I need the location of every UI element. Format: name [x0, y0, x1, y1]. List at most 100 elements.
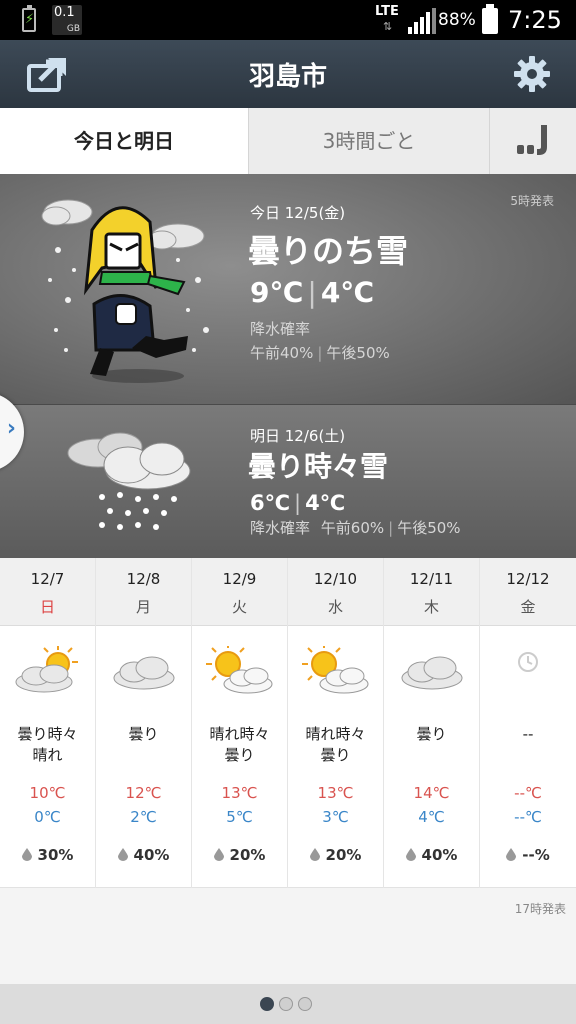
tomorrow-condition: 曇り時々雪: [248, 450, 389, 483]
cloudy-icon: [401, 656, 463, 690]
today-forecast-panel[interactable]: 5時発表 今日 12/5(金) 曇りのち雪 9℃ | 4℃ 降水確率 午前40% | 午…: [0, 174, 576, 404]
sun-cloud-icon: [206, 646, 273, 694]
day-header: 12/12 金: [480, 558, 576, 626]
cloudy-sun-icon: [15, 646, 78, 693]
day-low-temp: 5℃: [226, 808, 253, 826]
weekly-forecast: 12/7 日 曇り時々 晴れ 10℃ 0℃ 30% 12/8 月 曇り 12℃ …: [0, 558, 576, 888]
page-indicator-bar: [0, 984, 576, 1024]
forecast-day[interactable]: 12/11 木 曇り 14℃ 4℃ 40%: [384, 558, 480, 888]
day-weekday: 水: [327, 598, 343, 616]
today-low-temp: 4℃: [320, 276, 375, 309]
day-weekday: 月: [135, 598, 151, 616]
day-precipitation: 40%: [384, 846, 479, 864]
day-date: 12/9: [222, 570, 257, 588]
gear-icon[interactable]: [512, 54, 552, 94]
day-date: 12/8: [126, 570, 161, 588]
week-issued-time: 17時発表: [514, 902, 566, 916]
page-dot-3[interactable]: [298, 997, 312, 1011]
today-pop-values: 午前40% | 午後50%: [250, 344, 390, 362]
today-pop-am: 午前40%: [250, 344, 314, 362]
character-snow-illustration: [41, 199, 209, 383]
day-condition: 曇り: [128, 725, 159, 743]
forecast-day[interactable]: 12/12 金 -- --℃ --℃ --%: [480, 558, 576, 888]
raindrop-icon: [506, 848, 517, 861]
raindrop-icon: [405, 848, 416, 861]
page-dot-2[interactable]: [279, 997, 293, 1011]
day-precipitation: 20%: [288, 846, 383, 864]
raindrop-icon: [309, 848, 320, 861]
day-weekday: 木: [423, 598, 439, 616]
sun-cloud-icon: [302, 646, 369, 694]
day-low-temp: 3℃: [322, 808, 349, 826]
tab-app-logo[interactable]: [489, 108, 576, 174]
forecast-day[interactable]: 12/10 水 晴れ時々 曇り 13℃ 3℃ 20%: [288, 558, 384, 888]
app-logo-icon: [517, 125, 547, 155]
day-weekday: 日: [39, 598, 55, 616]
day-high-temp: 13℃: [221, 784, 258, 802]
forecast-day[interactable]: 12/8 月 曇り 12℃ 2℃ 40%: [96, 558, 192, 888]
clock-icon: [518, 652, 538, 672]
network-type: LTE: [375, 4, 399, 19]
day-weekday: 金: [520, 598, 536, 616]
day-high-temp: 10℃: [29, 784, 66, 802]
day-low-temp: --℃: [514, 808, 542, 826]
cloudy-icon: [113, 656, 175, 690]
day-header: 12/8 月: [96, 558, 191, 626]
raindrop-icon: [213, 848, 224, 861]
day-header: 12/11 木: [384, 558, 479, 626]
today-date: 今日 12/5(金): [250, 204, 346, 222]
battery-percent: 88%: [438, 10, 476, 30]
data-transfer-icon: ⇅: [383, 20, 393, 33]
day-precipitation: 20%: [192, 846, 287, 864]
day-weekday: 火: [231, 598, 247, 616]
day-condition: 晴れ時々 曇り: [305, 725, 366, 764]
app-header: 羽島市: [0, 40, 576, 108]
view-tabs: 今日と明日 3時間ごと: [0, 108, 576, 174]
day-date: 12/10: [313, 570, 358, 588]
today-high-temp: 9℃: [250, 276, 304, 309]
battery-icon: [482, 4, 498, 34]
day-low-temp: 4℃: [418, 808, 445, 826]
cloud-snow-icon: [67, 432, 191, 530]
chevron-right-icon: ›: [6, 416, 16, 441]
forecast-day[interactable]: 12/9 火 晴れ時々 曇り 13℃ 5℃ 20%: [192, 558, 288, 888]
today-issued-time: 5時発表: [510, 194, 554, 208]
data-usage-indicator: 0.1 GB: [52, 5, 82, 35]
raindrop-icon: [117, 848, 128, 861]
day-condition: 晴れ時々 曇り: [209, 725, 270, 764]
day-header: 12/9 火: [192, 558, 287, 626]
raindrop-icon: [21, 848, 32, 861]
day-header: 12/10 水: [288, 558, 383, 626]
day-precipitation: --%: [480, 846, 576, 864]
tomorrow-temperatures: 6℃ | 4℃: [250, 491, 346, 515]
day-high-temp: 13℃: [317, 784, 354, 802]
day-condition: 曇り: [416, 725, 447, 743]
tomorrow-pop: 降水確率 午前60% | 午後50%: [250, 519, 461, 537]
day-precipitation: 40%: [96, 846, 191, 864]
signal-strength-icon: [408, 8, 436, 34]
page-dot-1[interactable]: [260, 997, 274, 1011]
tomorrow-low-temp: 4℃: [305, 491, 346, 515]
day-high-temp: --℃: [514, 784, 542, 802]
day-date: 12/7: [30, 570, 65, 588]
today-condition: 曇りのち雪: [248, 232, 409, 270]
day-high-temp: 14℃: [413, 784, 450, 802]
tab-every-3-hours[interactable]: 3時間ごと: [248, 108, 489, 174]
city-title: 羽島市: [248, 62, 327, 92]
status-bar: ⚡ 0.1 GB LTE ⇅ 88% 7:25: [0, 0, 576, 40]
tab-today-tomorrow[interactable]: 今日と明日: [0, 108, 248, 174]
day-low-temp: 0℃: [34, 808, 61, 826]
day-date: 12/11: [409, 570, 454, 588]
page-dots: [260, 996, 317, 1015]
data-usage-value: 0.1: [54, 5, 75, 20]
day-condition: 曇り時々 晴れ: [17, 725, 78, 764]
forecast-day[interactable]: 12/7 日 曇り時々 晴れ 10℃ 0℃ 30%: [0, 558, 96, 888]
tomorrow-date: 明日 12/6(土): [250, 427, 346, 445]
tomorrow-forecast-panel[interactable]: 明日 12/6(土) 曇り時々雪 6℃ | 4℃ 降水確率 午前60% | 午後50%: [0, 404, 576, 558]
clock: 7:25: [508, 6, 562, 34]
day-low-temp: 2℃: [130, 808, 157, 826]
day-high-temp: 12℃: [125, 784, 162, 802]
today-pop-label: 降水確率: [250, 320, 311, 338]
charging-battery-icon: ⚡: [22, 5, 36, 32]
tomorrow-pop-am: 午前60%: [320, 519, 385, 537]
